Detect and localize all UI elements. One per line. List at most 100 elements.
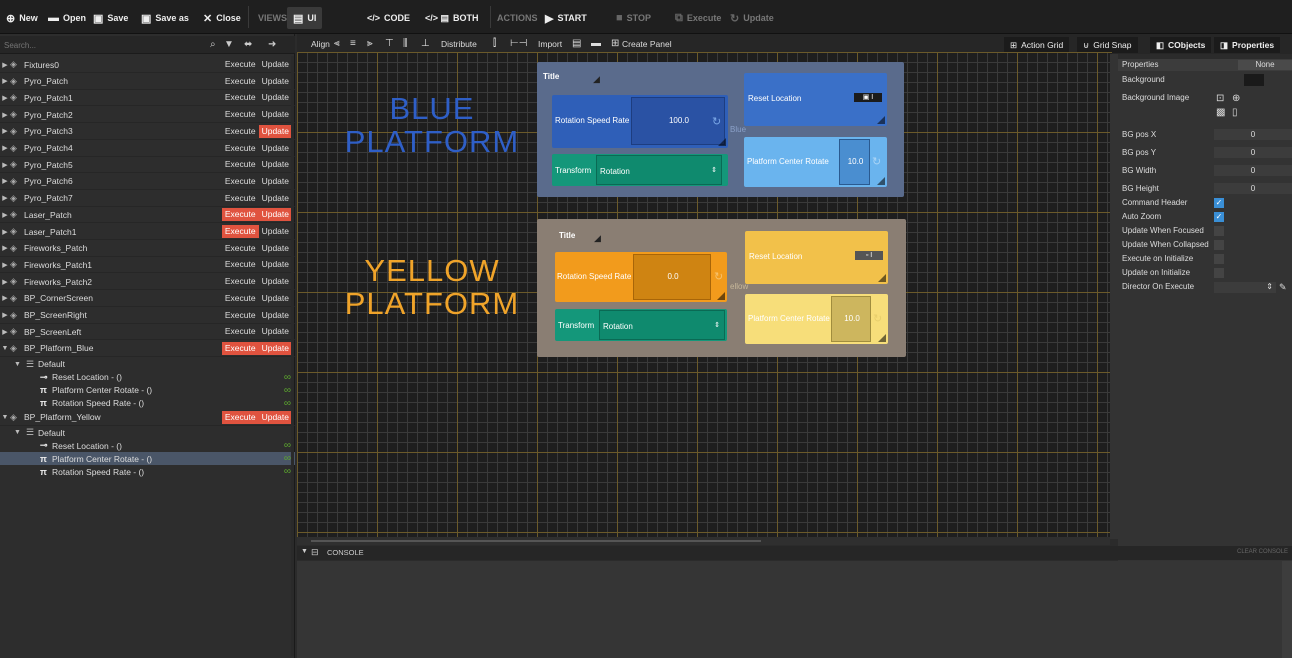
expand-arrow-icon[interactable]: ▼ bbox=[14, 361, 26, 368]
bg-height-input[interactable]: 0 bbox=[1214, 183, 1292, 194]
expand-arrow-icon[interactable]: ▶ bbox=[0, 211, 10, 219]
object-update-button[interactable]: Update bbox=[259, 58, 292, 71]
action-grid-button[interactable]: ⊞ Action Grid bbox=[1004, 37, 1070, 53]
stop-button[interactable]: ■ STOP bbox=[616, 10, 651, 26]
object-row[interactable]: ▶ ◈ Pyro_Patch4 Execute Update bbox=[0, 141, 295, 157]
object-update-button[interactable]: Update bbox=[259, 225, 292, 238]
collapse-arrow-icon[interactable]: ▼ bbox=[301, 548, 308, 555]
update-collapsed-checkbox[interactable] bbox=[1214, 240, 1224, 250]
object-row[interactable]: ▼ ◈ BP_Platform_Yellow Execute Update bbox=[0, 410, 295, 426]
object-execute-button[interactable]: Execute bbox=[221, 341, 259, 355]
zoom-icon[interactable]: ⊕ bbox=[1232, 93, 1240, 104]
properties-tab[interactable]: ◨ Properties bbox=[1214, 37, 1281, 53]
object-execute-button[interactable]: Execute bbox=[222, 58, 259, 71]
align-middle-icon[interactable]: ⫼ bbox=[403, 38, 408, 49]
group-row[interactable]: ▼ ☰ Default bbox=[0, 358, 295, 371]
object-update-button[interactable]: Update bbox=[258, 341, 292, 355]
object-execute-button[interactable]: Execute bbox=[222, 309, 259, 322]
object-row[interactable]: ▶ ◈ Pyro_Patch Execute Update bbox=[0, 74, 295, 90]
collapse-all-icon[interactable]: ⬌ bbox=[244, 39, 252, 50]
function-row[interactable]: π Rotation Speed Rate - () ∞ bbox=[0, 397, 295, 410]
expand-arrow-icon[interactable]: ▼ bbox=[0, 345, 10, 352]
blue-rotation-speed-field[interactable]: 100.0 bbox=[631, 97, 725, 145]
object-execute-button[interactable]: Execute bbox=[222, 142, 259, 155]
console-scrollbar[interactable] bbox=[1282, 561, 1292, 658]
expand-arrow-icon[interactable]: ▶ bbox=[0, 111, 10, 119]
expand-arrow-icon[interactable]: ▶ bbox=[0, 194, 10, 202]
resize-handle[interactable] bbox=[878, 334, 886, 342]
expand-arrow-icon[interactable]: ▶ bbox=[0, 177, 10, 185]
object-row[interactable]: ▶ ◈ BP_ScreenRight Execute Update bbox=[0, 308, 295, 324]
expand-arrow-icon[interactable]: ▶ bbox=[0, 311, 10, 319]
update-focused-checkbox[interactable] bbox=[1214, 226, 1224, 236]
canvas-horizontal-scrollbar[interactable] bbox=[297, 537, 1110, 545]
bg-pos-x-input[interactable]: 0 bbox=[1214, 129, 1292, 140]
expand-arrow-icon[interactable]: ▶ bbox=[0, 261, 10, 269]
grid-snap-button[interactable]: ⊍ Grid Snap bbox=[1077, 37, 1138, 53]
resize-handle[interactable] bbox=[878, 274, 886, 282]
yellow-transform-widget[interactable]: Transform Rotation ⇕ bbox=[555, 309, 727, 341]
close-button[interactable]: ✕ Close bbox=[203, 10, 241, 26]
start-button[interactable]: ▶ START bbox=[545, 10, 587, 26]
object-row[interactable]: ▶ ◈ Pyro_Patch3 Execute Update bbox=[0, 124, 295, 140]
object-execute-button[interactable]: Execute bbox=[221, 208, 259, 222]
object-update-button[interactable]: Update bbox=[259, 292, 292, 305]
import-folder-icon[interactable]: ▬ bbox=[591, 38, 601, 49]
expand-arrow-icon[interactable]: ▶ bbox=[0, 161, 10, 169]
yellow-panel[interactable]: Title ◢ ellow Rotation Speed Rate 0.0 ↻ … bbox=[537, 219, 906, 357]
expand-arrow-icon[interactable]: ▼ bbox=[0, 414, 10, 421]
object-row[interactable]: ▶ ◈ Pyro_Patch1 Execute Update bbox=[0, 90, 295, 107]
align-center-icon[interactable]: ≡ bbox=[350, 38, 356, 49]
function-row[interactable]: π Platform Center Rotate - () ∞ bbox=[0, 452, 295, 466]
create-panel-button[interactable]: Create Panel bbox=[622, 39, 672, 49]
code-view-button[interactable]: </> CODE bbox=[367, 10, 410, 26]
blue-transform-dropdown[interactable]: Rotation ⇕ bbox=[596, 155, 722, 185]
align-right-icon[interactable]: ⫸ bbox=[367, 38, 373, 49]
blue-reset-location-widget[interactable]: Reset Location ▣ I bbox=[744, 73, 887, 126]
both-view-button[interactable]: </> ▤ BOTH bbox=[425, 10, 479, 26]
bg-width-input[interactable]: 0 bbox=[1214, 165, 1292, 176]
expand-arrow-icon[interactable]: ▶ bbox=[0, 144, 10, 152]
director-dropdown[interactable]: ⇕ bbox=[1214, 282, 1276, 293]
expand-arrow-icon[interactable]: ▶ bbox=[0, 228, 10, 236]
image-icon[interactable]: ▩ bbox=[1216, 107, 1225, 118]
expand-all-icon[interactable]: ➜ bbox=[268, 39, 276, 50]
object-execute-button[interactable]: Execute bbox=[222, 292, 259, 305]
create-panel-icon[interactable]: ⊞ bbox=[611, 38, 619, 49]
link-icon[interactable]: ∞ bbox=[284, 440, 291, 451]
object-row[interactable]: ▶ ◈ BP_ScreenLeft Execute Update bbox=[0, 324, 295, 341]
expand-arrow-icon[interactable]: ▶ bbox=[0, 278, 10, 286]
object-update-button[interactable]: Update bbox=[259, 258, 292, 271]
object-update-button[interactable]: Update bbox=[259, 108, 292, 121]
object-update-button[interactable]: Update bbox=[259, 158, 292, 171]
object-row[interactable]: ▶ ◈ Fireworks_Patch2 Execute Update bbox=[0, 274, 295, 291]
function-row[interactable]: ⊸ Reset Location - () ∞ bbox=[0, 439, 295, 452]
toggle-switch[interactable]: ▫ I bbox=[855, 251, 883, 260]
object-execute-button[interactable]: Execute bbox=[222, 192, 259, 205]
object-update-button[interactable]: Update bbox=[259, 142, 292, 155]
import-file-icon[interactable]: ▤ bbox=[572, 38, 581, 49]
yellow-center-rotate-field[interactable]: 10.0 bbox=[831, 296, 871, 342]
background-color-swatch[interactable] bbox=[1244, 74, 1264, 86]
resize-handle[interactable] bbox=[877, 177, 885, 185]
link-icon[interactable]: ∞ bbox=[284, 398, 291, 409]
align-top-icon[interactable]: ⊤ bbox=[385, 38, 394, 49]
function-row[interactable]: π Platform Center Rotate - () ∞ bbox=[0, 384, 295, 397]
ui-view-button[interactable]: ▤ UI bbox=[287, 7, 323, 29]
object-row[interactable]: ▶ ◈ Laser_Patch1 Execute Update bbox=[0, 224, 295, 240]
link-icon[interactable]: ∞ bbox=[284, 453, 291, 464]
align-left-icon[interactable]: ⫷ bbox=[334, 38, 340, 49]
execute-button[interactable]: ⧉ Execute bbox=[675, 10, 721, 26]
object-update-button[interactable]: Update bbox=[258, 208, 292, 222]
yellow-center-rotate-widget[interactable]: Platform Center Rotate 10.0 ↻ bbox=[745, 294, 888, 344]
properties-header-value[interactable]: None bbox=[1238, 60, 1292, 70]
expand-arrow-icon[interactable]: ▼ bbox=[14, 429, 26, 436]
update-init-checkbox[interactable] bbox=[1214, 268, 1224, 278]
object-update-button[interactable]: Update bbox=[258, 410, 292, 424]
link-icon[interactable]: ∞ bbox=[284, 372, 291, 383]
object-update-button[interactable]: Update bbox=[259, 91, 292, 104]
yellow-rotation-speed-field[interactable]: 0.0 bbox=[633, 254, 711, 300]
distribute-horizontal-icon[interactable]: ⊢⊣ bbox=[510, 38, 527, 49]
search-icon[interactable]: ⌕ bbox=[210, 39, 216, 50]
trash-icon[interactable]: ▯ bbox=[1232, 107, 1238, 118]
